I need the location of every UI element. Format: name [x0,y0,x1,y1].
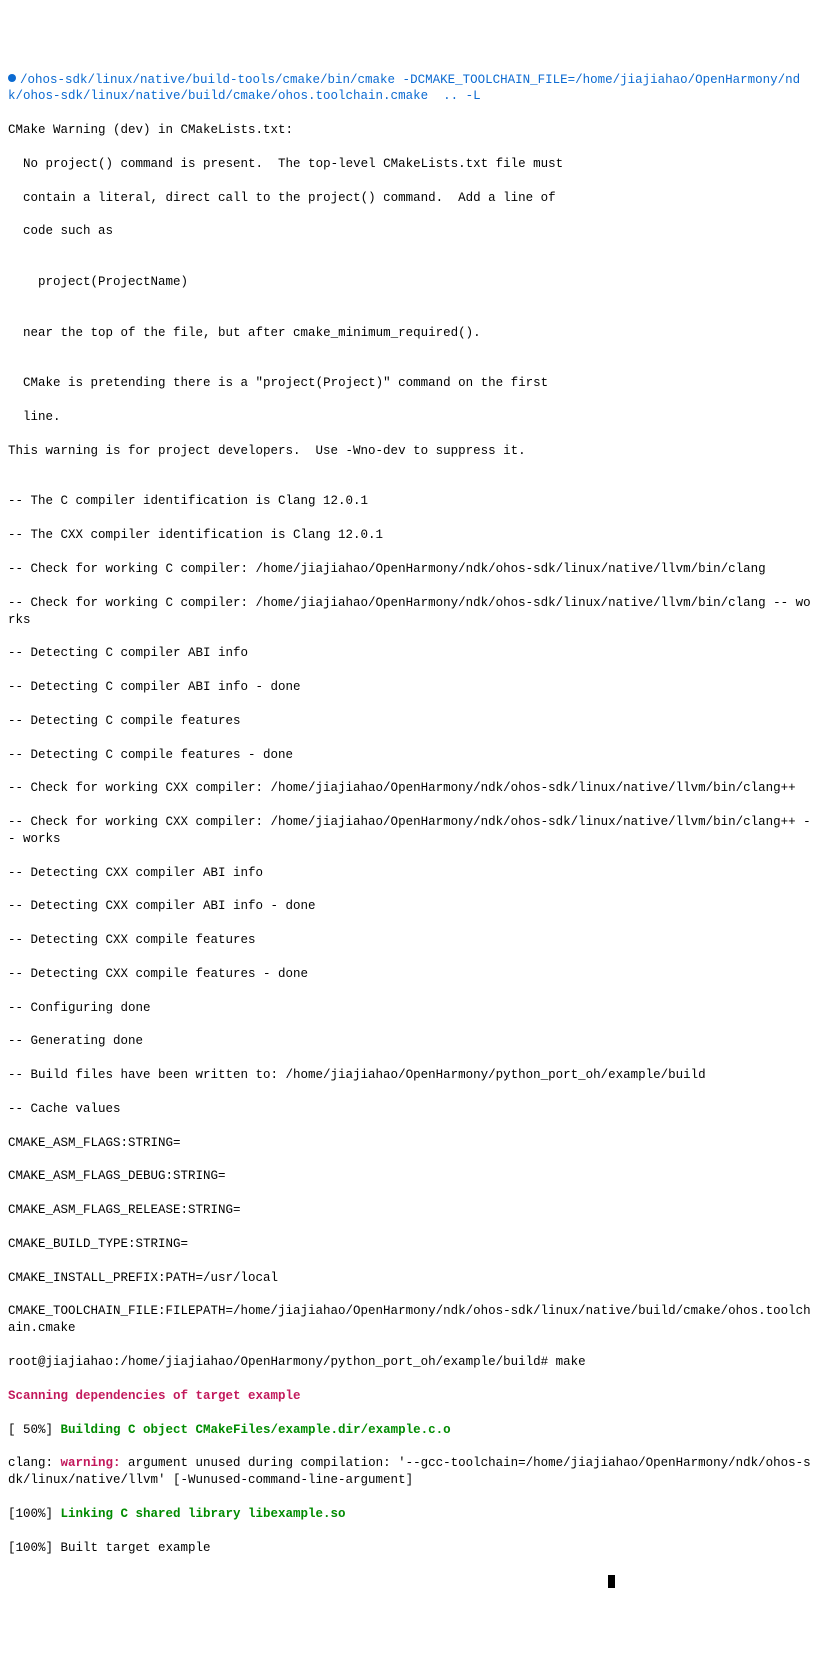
cache-1: CMAKE_ASM_FLAGS:STRING= [8,1135,812,1152]
warn-l6: CMake is pretending there is a "project(… [8,375,812,392]
scan-deps: Scanning dependencies of target example [8,1388,812,1405]
build-100-done: [100%] Built target example [8,1540,812,1557]
cursor-icon [608,1575,615,1588]
cfg-02: -- The CXX compiler identification is Cl… [8,527,812,544]
clang-msg: argument unused during compilation: '--g… [8,1456,811,1487]
cache-4: CMAKE_BUILD_TYPE:STRING= [8,1236,812,1253]
warn-l4: project(ProjectName) [8,274,812,291]
warn-l2: contain a literal, direct call to the pr… [8,190,812,207]
cfg-01: -- The C compiler identification is Clan… [8,493,812,510]
cfg-11: -- Detecting CXX compiler ABI info [8,865,812,882]
cfg-03: -- Check for working C compiler: /home/j… [8,561,812,578]
p50-prefix: [ 50%] [8,1423,61,1437]
make-prompt: root@jiajiahao:/home/jiajiahao/OpenHarmo… [8,1354,812,1371]
warn-head: CMake Warning (dev) in CMakeLists.txt: [8,122,812,139]
cache-3: CMAKE_ASM_FLAGS_RELEASE:STRING= [8,1202,812,1219]
cfg-12: -- Detecting CXX compiler ABI info - don… [8,898,812,915]
warn-l8: This warning is for project developers. … [8,443,812,460]
cfg-15: -- Configuring done [8,1000,812,1017]
cache-6: CMAKE_TOOLCHAIN_FILE:FILEPATH=/home/jiaj… [8,1303,812,1337]
cfg-08: -- Detecting C compile features - done [8,747,812,764]
warn-l5: near the top of the file, but after cmak… [8,325,812,342]
cfg-13: -- Detecting CXX compile features [8,932,812,949]
bullet-icon [8,74,16,82]
cfg-06: -- Detecting C compiler ABI info - done [8,679,812,696]
clang-warn-label: warning: [61,1456,121,1470]
cache-2: CMAKE_ASM_FLAGS_DEBUG:STRING= [8,1168,812,1185]
cfg-10: -- Check for working CXX compiler: /home… [8,814,812,848]
cache-5: CMAKE_INSTALL_PREFIX:PATH=/usr/local [8,1270,812,1287]
clang-warning-line: clang: warning: argument unused during c… [8,1455,812,1489]
warn-l3: code such as [8,223,812,240]
cmake-path-text: /ohos-sdk/linux/native/build-tools/cmake… [8,73,800,104]
p100a-prefix: [100%] [8,1507,61,1521]
cfg-18: -- Cache values [8,1101,812,1118]
cfg-16: -- Generating done [8,1033,812,1050]
cfg-07: -- Detecting C compile features [8,713,812,730]
p100b: [100%] Built target example [8,1541,211,1555]
clang-pre: clang: [8,1456,61,1470]
cfg-14: -- Detecting CXX compile features - done [8,966,812,983]
cmake-command: /ohos-sdk/linux/native/build-tools/cmake… [8,72,812,106]
trailing-line [8,1573,812,1590]
cfg-09: -- Check for working CXX compiler: /home… [8,780,812,797]
p100a-green: Linking C shared library libexample.so [61,1507,346,1521]
cfg-17: -- Build files have been written to: /ho… [8,1067,812,1084]
warn-l7: line. [8,409,812,426]
cfg-04: -- Check for working C compiler: /home/j… [8,595,812,629]
cfg-05: -- Detecting C compiler ABI info [8,645,812,662]
warn-l1: No project() command is present. The top… [8,156,812,173]
p50-green: Building C object CMakeFiles/example.dir… [61,1423,451,1437]
build-50: [ 50%] Building C object CMakeFiles/exam… [8,1422,812,1439]
build-100-link: [100%] Linking C shared library libexamp… [8,1506,812,1523]
